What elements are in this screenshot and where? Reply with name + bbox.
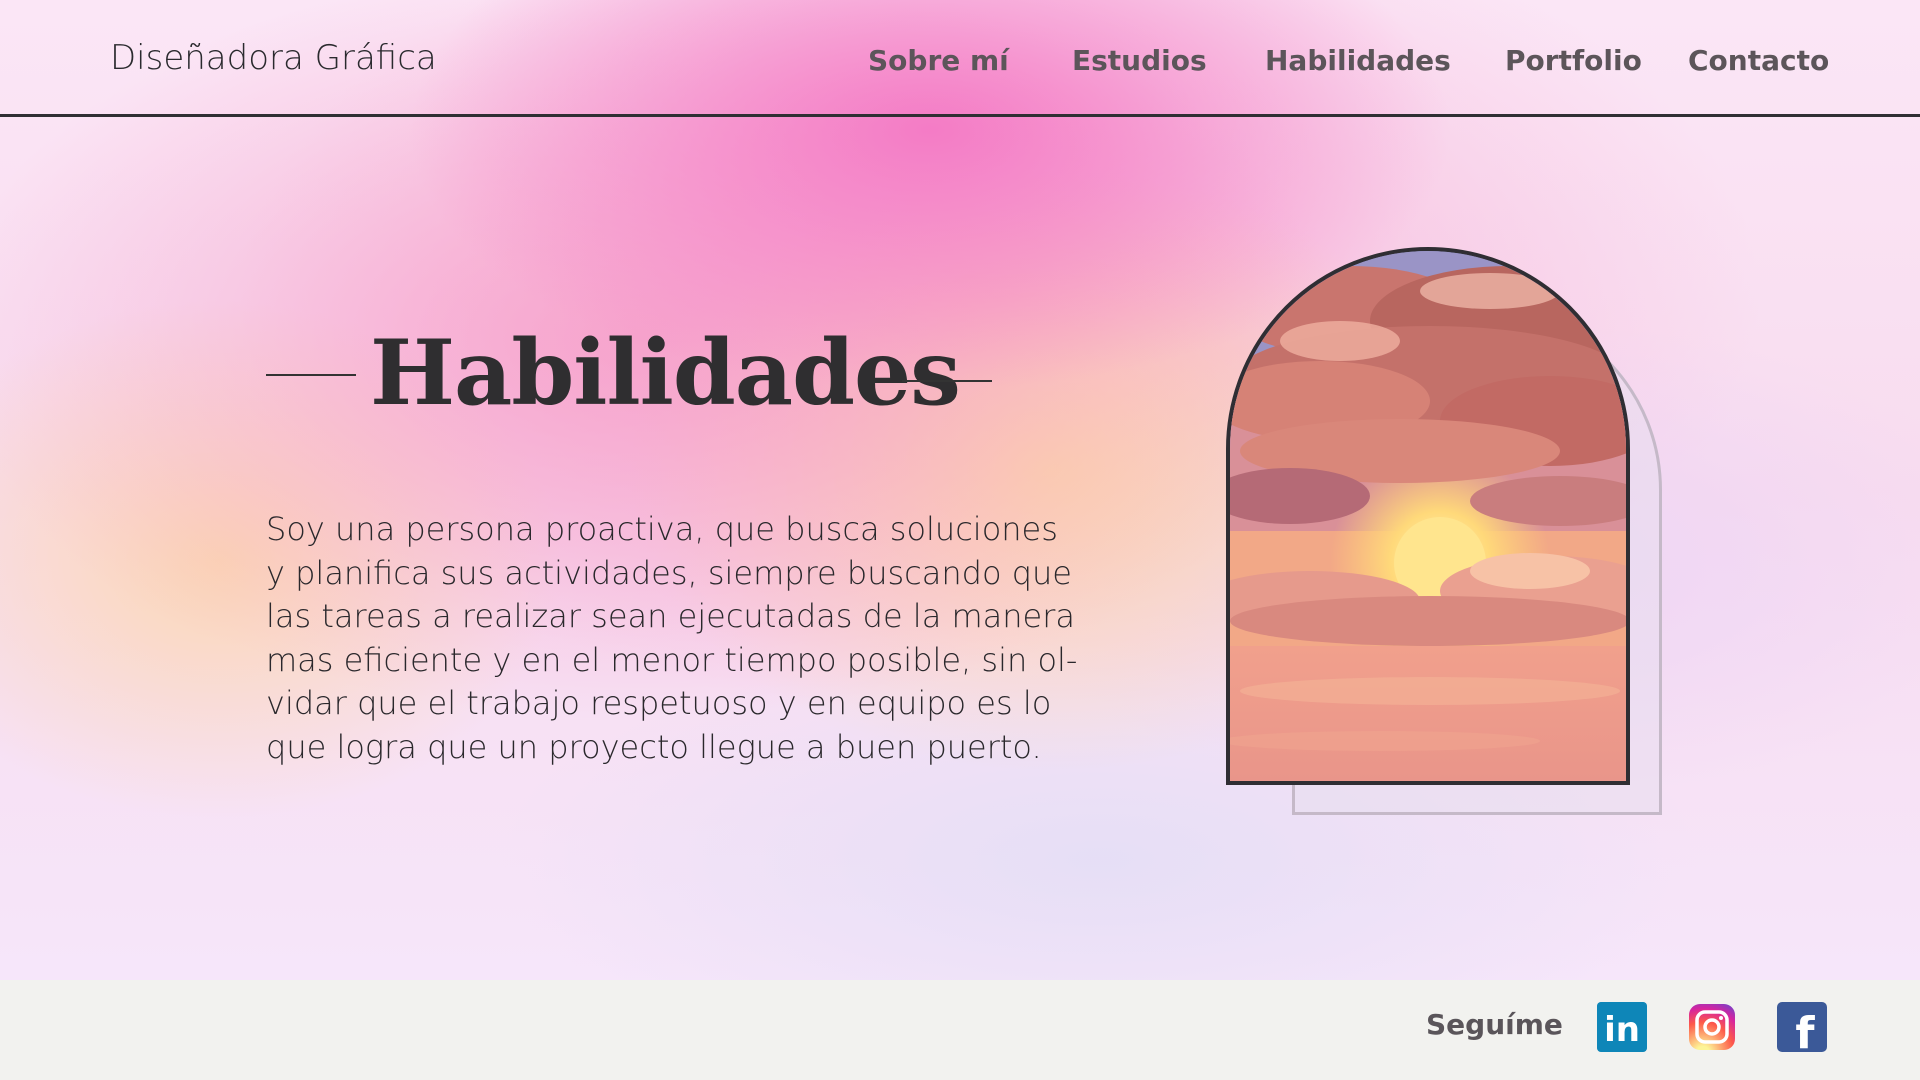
nav-item-contacto[interactable]: Contacto: [1688, 44, 1829, 77]
description-line: y planifica sus actividades, siempre bus…: [266, 553, 1072, 592]
page: Diseñadora Gráfica Sobre mí Estudios Hab…: [0, 0, 1920, 1080]
description-line: mas eficiente y en el menor tiempo posib…: [266, 640, 1078, 679]
linkedin-icon[interactable]: in: [1597, 1002, 1647, 1052]
nav-item-estudios[interactable]: Estudios: [1072, 44, 1207, 77]
description-line: vidar que el trabajo respetuoso y en equ…: [266, 684, 1052, 722]
description-line: Soy una persona proactiva, que busca sol…: [266, 510, 1058, 548]
nav-item-sobre-mi[interactable]: Sobre mí: [868, 44, 1009, 77]
heading-dash-left: [266, 374, 356, 376]
nav-item-portfolio[interactable]: Portfolio: [1505, 44, 1642, 77]
svg-text:f: f: [1795, 1008, 1815, 1052]
instagram-icon[interactable]: [1687, 1002, 1737, 1052]
nav-item-habilidades[interactable]: Habilidades: [1265, 44, 1451, 77]
description-line: que logra que un proyecto llegue a buen …: [266, 727, 1042, 766]
facebook-icon[interactable]: f: [1777, 1002, 1827, 1052]
description-line: las tareas a realizar sean ejecutadas de…: [266, 597, 1075, 635]
header-divider: [0, 114, 1920, 117]
svg-text:in: in: [1604, 1010, 1640, 1050]
site-footer: Seguíme in f: [0, 980, 1920, 1080]
main-nav: Sobre mí Estudios Habilidades Portfolio …: [0, 44, 1920, 84]
section-heading: Habilidades: [266, 320, 1026, 430]
sunset-illustration: [1230, 251, 1626, 781]
skills-description: Soy una persona proactiva, que busca sol…: [266, 508, 1078, 769]
follow-label: Seguíme: [1426, 1008, 1563, 1041]
page-title: Habilidades: [370, 320, 961, 426]
heading-dash-right: [902, 380, 992, 382]
site-header: Diseñadora Gráfica Sobre mí Estudios Hab…: [0, 0, 1920, 117]
sunset-clouds-image: [1226, 247, 1630, 785]
